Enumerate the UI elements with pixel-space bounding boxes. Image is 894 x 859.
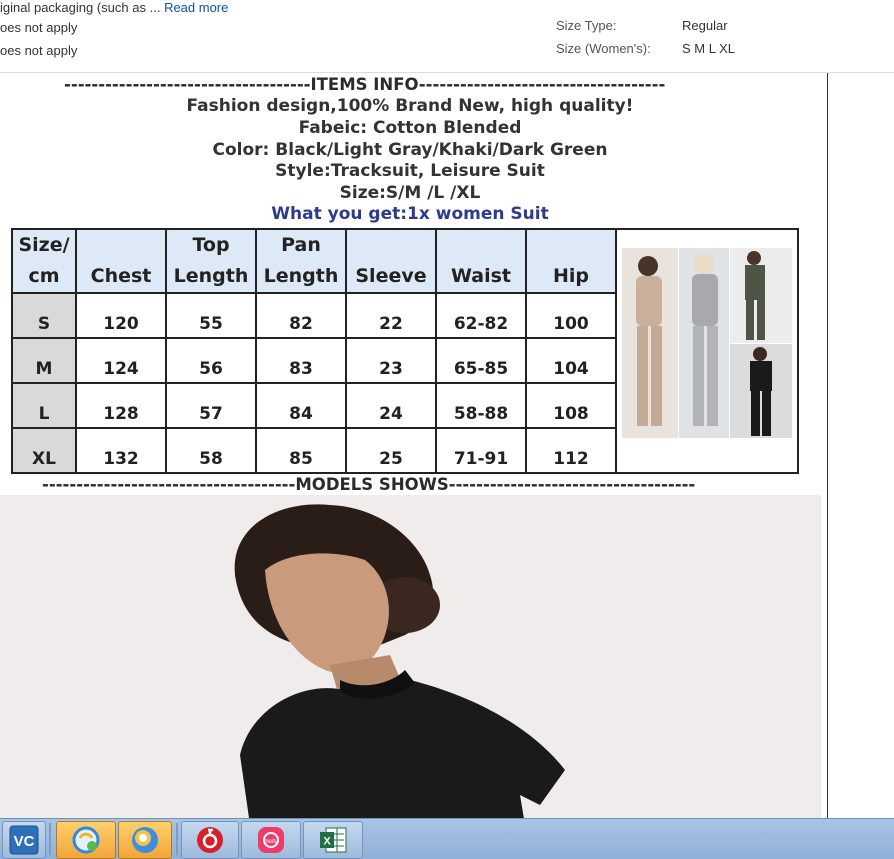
desc-line-2: Fabeic: Cotton Blended	[298, 118, 522, 138]
svg-text:meitu: meitu	[264, 839, 279, 845]
top-length-cell: 58	[165, 427, 257, 474]
size-cell: M	[11, 337, 77, 384]
taskbar-separator	[176, 823, 178, 855]
chest-cell: 128	[75, 382, 167, 429]
read-more-link[interactable]: Read more	[164, 0, 228, 15]
waist-cell: 71-91	[435, 427, 527, 474]
waist-cell: 58-88	[435, 382, 527, 429]
chest-cell: 132	[75, 427, 167, 474]
sleeve-cell: 22	[345, 292, 437, 339]
waist-cell: 65-85	[435, 337, 527, 384]
chest-cell: 124	[75, 337, 167, 384]
pan-length-cell: 84	[255, 382, 347, 429]
waist-cell: 62-82	[435, 292, 527, 339]
taskbar-netease-music-button[interactable]	[181, 821, 239, 859]
models-shows-heading: -------------------------------------MOD…	[42, 475, 696, 494]
hip-cell: 104	[525, 337, 617, 384]
header-hip: Hip	[525, 228, 617, 294]
specific-row-3: oes not apply	[0, 43, 78, 58]
size-type-label: Size Type:	[556, 18, 617, 33]
top-length-cell: 56	[165, 337, 257, 384]
taskbar-meitu-button[interactable]: meitu	[241, 821, 301, 859]
collage-image	[622, 248, 792, 438]
packaging-text: iginal packaging (such as ...	[0, 0, 161, 15]
specific-packaging: iginal packaging (such as ... Read more	[0, 0, 228, 15]
hip-cell: 112	[525, 427, 617, 474]
header-waist: Waist	[435, 228, 527, 294]
what-you-get: What you get:1x women Suit	[271, 204, 549, 224]
header-waist-label: Waist	[450, 265, 511, 287]
header-size-bottom: cm	[28, 265, 60, 287]
header-chest-label: Chest	[90, 265, 152, 287]
product-collage	[622, 248, 792, 438]
top-length-cell: 57	[165, 382, 257, 429]
desc-line-1: Fashion design,100% Brand New, high qual…	[186, 96, 634, 116]
chest-cell: 120	[75, 292, 167, 339]
pan-length-cell: 82	[255, 292, 347, 339]
hip-cell: 100	[525, 292, 617, 339]
meitu-icon: meitu	[258, 827, 284, 853]
netease-music-icon	[197, 827, 223, 853]
svg-text:X: X	[323, 836, 331, 848]
size-cell: S	[11, 292, 77, 339]
model-photo-image	[0, 495, 821, 819]
size-chart-table: Size/cm Chest Top Length Pan Length Sleeve…	[11, 228, 799, 474]
header-pan-length-top: Pan	[281, 234, 321, 256]
vnc-viewer-icon: VC	[9, 825, 39, 855]
desc-line-4: Style:Tracksuit, Leisure Suit	[275, 161, 545, 181]
sleeve-cell: 23	[345, 337, 437, 384]
taskbar-sogou-browser-button[interactable]	[118, 821, 172, 859]
sleeve-cell: 24	[345, 382, 437, 429]
hip-cell: 108	[525, 382, 617, 429]
header-pan-length: Pan Length	[255, 228, 347, 294]
desc-line-5: Size:S/M /L /XL	[339, 183, 481, 203]
taskbar-excel-button[interactable]: X	[303, 821, 363, 859]
header-top-length-bottom: Length	[173, 265, 249, 287]
product-collage-cell	[615, 228, 799, 474]
desc-line-3: Color: Black/Light Gray/Khaki/Dark Green	[212, 140, 608, 160]
excel-icon: X	[320, 827, 347, 853]
header-sleeve-label: Sleeve	[355, 265, 427, 287]
header-top-length: Top Length	[165, 228, 257, 294]
specific-row-2: oes not apply	[0, 20, 78, 35]
size-cell: L	[11, 382, 77, 429]
header-hip-label: Hip	[552, 265, 589, 287]
model-photo	[0, 495, 821, 819]
size-cell: XL	[11, 427, 77, 474]
taskbar-separator	[49, 823, 51, 855]
taskbar-vnc-button[interactable]: VC	[2, 821, 46, 859]
header-size-top: Size/	[18, 234, 70, 256]
header-pan-length-bottom: Length	[263, 265, 339, 287]
pan-length-cell: 83	[255, 337, 347, 384]
top-length-cell: 55	[165, 292, 257, 339]
sogou-browser-icon	[132, 827, 158, 853]
header-size: Size/cm	[11, 228, 77, 294]
item-description: ------------------------------------ITEM…	[0, 73, 828, 819]
header-chest: Chest	[75, 228, 167, 294]
sleeve-cell: 25	[345, 427, 437, 474]
header-top-length-top: Top	[192, 234, 230, 256]
size-label: Size (Women's):	[556, 41, 651, 56]
pan-length-cell: 85	[255, 427, 347, 474]
taskbar: VC meitu X	[0, 818, 894, 859]
size-value: S M L XL	[682, 41, 735, 56]
qq-browser-icon	[72, 826, 100, 854]
header-sleeve: Sleeve	[345, 228, 437, 294]
size-chart-header-row: Size/cm Chest Top Length Pan Length Sleeve…	[11, 228, 799, 474]
svg-text:VC: VC	[14, 833, 35, 850]
taskbar-qq-browser-button[interactable]	[56, 821, 116, 859]
item-specifics: iginal packaging (such as ... Read more …	[0, 0, 894, 73]
size-type-value: Regular	[682, 18, 728, 33]
items-info-heading: ------------------------------------ITEM…	[64, 75, 666, 94]
